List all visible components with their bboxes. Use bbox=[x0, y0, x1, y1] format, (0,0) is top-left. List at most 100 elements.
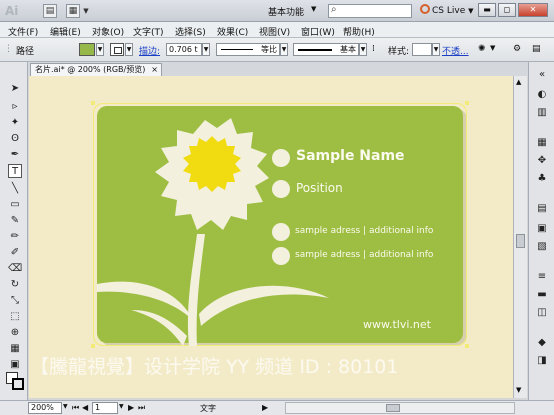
variable-width-profile[interactable]: 等比 bbox=[216, 43, 280, 56]
artboards-panel-icon[interactable]: ◆ bbox=[535, 336, 549, 350]
zoom-dropdown-icon[interactable]: ▼ bbox=[63, 403, 68, 410]
menu-view[interactable]: 视图(V) bbox=[259, 25, 290, 38]
document-setup-icon[interactable]: ⚙ bbox=[513, 44, 521, 54]
vertical-scrollbar[interactable]: ▲ ▼ bbox=[513, 76, 527, 398]
arrange-documents-icon[interactable]: ▦ bbox=[66, 4, 80, 18]
scroll-up-icon[interactable]: ▲ bbox=[516, 78, 521, 86]
stroke-indicator[interactable] bbox=[12, 378, 24, 390]
artboard-canvas[interactable]: Sample Name Position sample adress | add… bbox=[29, 76, 513, 398]
menu-edit[interactable]: 编辑(E) bbox=[50, 25, 81, 38]
scroll-down-icon[interactable]: ▼ bbox=[516, 386, 521, 394]
mesh-tool-icon[interactable]: ▦ bbox=[8, 342, 22, 356]
menu-object[interactable]: 对象(O) bbox=[92, 25, 124, 38]
stroke-panel-link[interactable]: 描边: bbox=[139, 44, 160, 57]
swatches-panel-icon[interactable]: ▦ bbox=[535, 136, 549, 150]
brush-options-icon[interactable]: ⁞ bbox=[372, 44, 375, 54]
brush-dropdown[interactable]: ▼ bbox=[359, 43, 367, 56]
color-guide-icon[interactable]: ▥ bbox=[535, 106, 549, 120]
transparency-panel-icon[interactable]: ◫ bbox=[535, 306, 549, 320]
profile-dropdown[interactable]: ▼ bbox=[280, 43, 288, 56]
brush-definition[interactable]: 基本 bbox=[293, 43, 359, 56]
pen-tool-icon[interactable]: ✒ bbox=[8, 148, 22, 162]
opacity-link[interactable]: 不透... bbox=[442, 44, 469, 57]
cs-live-button[interactable]: CS Live ▼ bbox=[420, 4, 474, 16]
card-address-2[interactable]: sample adress | additional info bbox=[295, 250, 433, 260]
layers-panel-icon[interactable]: ▧ bbox=[535, 240, 549, 254]
stroke-panel-icon[interactable]: ≡ bbox=[535, 270, 549, 284]
card-website[interactable]: www.tlvi.net bbox=[363, 318, 431, 331]
minimize-button[interactable]: ▬ bbox=[478, 3, 496, 17]
last-artboard-icon[interactable]: ⏭ bbox=[138, 403, 145, 413]
symbols-panel-icon[interactable]: ♣ bbox=[535, 172, 549, 186]
card-address-1[interactable]: sample adress | additional info bbox=[295, 226, 433, 236]
title-bar: Ai ▤ ▦ ▼ 基本功能 ▼ ⌕ CS Live ▼ ▬ ◻ ✕ bbox=[0, 0, 554, 22]
close-tab-icon[interactable]: × bbox=[151, 64, 158, 76]
zoom-field[interactable]: 200% bbox=[28, 402, 62, 414]
scale-tool-icon[interactable]: ⤡ bbox=[8, 294, 22, 308]
bridge-icon[interactable]: ▤ bbox=[43, 4, 57, 18]
bounding-handle[interactable] bbox=[465, 101, 469, 105]
stroke-weight-dropdown[interactable]: ▼ bbox=[202, 43, 210, 56]
card-position[interactable]: Position bbox=[296, 181, 343, 195]
card-name[interactable]: Sample Name bbox=[296, 148, 405, 164]
direct-selection-tool-icon[interactable]: ▹ bbox=[8, 100, 22, 114]
gradient-tool-icon[interactable]: ▣ bbox=[8, 358, 22, 372]
tools-panel: ➤ ▹ ✦ ʘ ✒ T ╲ ▭ ✎ ✏ ✐ ⌫ ↻ ⤡ ⬚ ⊕ ▦ ▣ bbox=[0, 62, 28, 400]
search-input[interactable]: ⌕ bbox=[328, 4, 412, 18]
document-tab[interactable]: 名片.ai* @ 200% (RGB/预览) × bbox=[30, 63, 162, 76]
menu-window[interactable]: 窗口(W) bbox=[301, 25, 335, 38]
lasso-tool-icon[interactable]: ʘ bbox=[8, 132, 22, 146]
artboard-dropdown-icon[interactable]: ▼ bbox=[119, 403, 124, 410]
graphic-style-swatch[interactable] bbox=[412, 43, 432, 56]
paintbrush-tool-icon[interactable]: ✎ bbox=[8, 214, 22, 228]
menu-effect[interactable]: 效果(C) bbox=[217, 25, 248, 38]
menu-help[interactable]: 帮助(H) bbox=[343, 25, 375, 38]
appearance-panel-icon[interactable]: ▣ bbox=[535, 222, 549, 236]
status-menu-icon[interactable]: ▶ bbox=[262, 403, 268, 412]
type-tool-icon[interactable]: T bbox=[8, 164, 22, 178]
graphic-styles-icon[interactable]: ▤ bbox=[535, 202, 549, 216]
gradient-panel-icon[interactable]: ▬ bbox=[535, 288, 549, 302]
previous-artboard-icon[interactable]: ◀ bbox=[82, 403, 88, 412]
graphic-style-dropdown[interactable]: ▼ bbox=[432, 43, 440, 56]
panel-menu-icon[interactable]: ▤ bbox=[532, 44, 541, 54]
horizontal-scroll-thumb[interactable] bbox=[386, 404, 400, 412]
workspace-dropdown-icon[interactable]: ▼ bbox=[311, 5, 316, 13]
collapse-panels-icon[interactable]: « bbox=[535, 68, 549, 82]
rectangle-tool-icon[interactable]: ▭ bbox=[8, 198, 22, 212]
maximize-button[interactable]: ◻ bbox=[498, 3, 516, 17]
close-button[interactable]: ✕ bbox=[518, 3, 548, 17]
vertical-scroll-thumb[interactable] bbox=[516, 234, 525, 248]
line-tool-icon[interactable]: ╲ bbox=[8, 182, 22, 196]
menu-type[interactable]: 文字(T) bbox=[133, 25, 164, 38]
menu-file[interactable]: 文件(F) bbox=[8, 25, 38, 38]
bounding-handle[interactable] bbox=[91, 101, 95, 105]
bounding-handle[interactable] bbox=[91, 344, 95, 348]
eraser-tool-icon[interactable]: ⌫ bbox=[8, 262, 22, 276]
free-transform-tool-icon[interactable]: ⬚ bbox=[8, 310, 22, 324]
align-panel-icon[interactable]: ◨ bbox=[535, 354, 549, 368]
menu-select[interactable]: 选择(S) bbox=[175, 25, 206, 38]
selection-tool-icon[interactable]: ➤ bbox=[8, 82, 22, 96]
arrange-dropdown-icon[interactable]: ▼ bbox=[82, 4, 90, 18]
stroke-dropdown[interactable]: ▼ bbox=[125, 43, 133, 56]
stroke-weight-field[interactable]: 0.706 t bbox=[166, 43, 202, 56]
bounding-handle[interactable] bbox=[465, 344, 469, 348]
artboard-number-field[interactable]: 1 bbox=[92, 402, 118, 414]
next-artboard-icon[interactable]: ▶ bbox=[128, 403, 134, 412]
first-artboard-icon[interactable]: ⏮ bbox=[72, 403, 79, 413]
color-panel-icon[interactable]: ◐ bbox=[535, 88, 549, 102]
shape-builder-tool-icon[interactable]: ⊕ bbox=[8, 326, 22, 340]
magic-wand-tool-icon[interactable]: ✦ bbox=[8, 116, 22, 130]
horizontal-scrollbar[interactable] bbox=[285, 402, 515, 414]
recolor-artwork-icon[interactable]: ✺ bbox=[478, 44, 486, 54]
rotate-tool-icon[interactable]: ↻ bbox=[8, 278, 22, 292]
pencil-tool-icon[interactable]: ✏ bbox=[8, 230, 22, 244]
blob-brush-tool-icon[interactable]: ✐ bbox=[8, 246, 22, 260]
stroke-color-swatch[interactable] bbox=[110, 43, 124, 56]
brushes-panel-icon[interactable]: ✥ bbox=[535, 154, 549, 168]
workspace-switcher[interactable]: 基本功能 bbox=[268, 5, 304, 18]
fill-dropdown[interactable]: ▼ bbox=[96, 43, 104, 56]
recolor-dropdown-icon[interactable]: ▼ bbox=[490, 44, 495, 52]
fill-color-swatch[interactable] bbox=[79, 43, 95, 56]
